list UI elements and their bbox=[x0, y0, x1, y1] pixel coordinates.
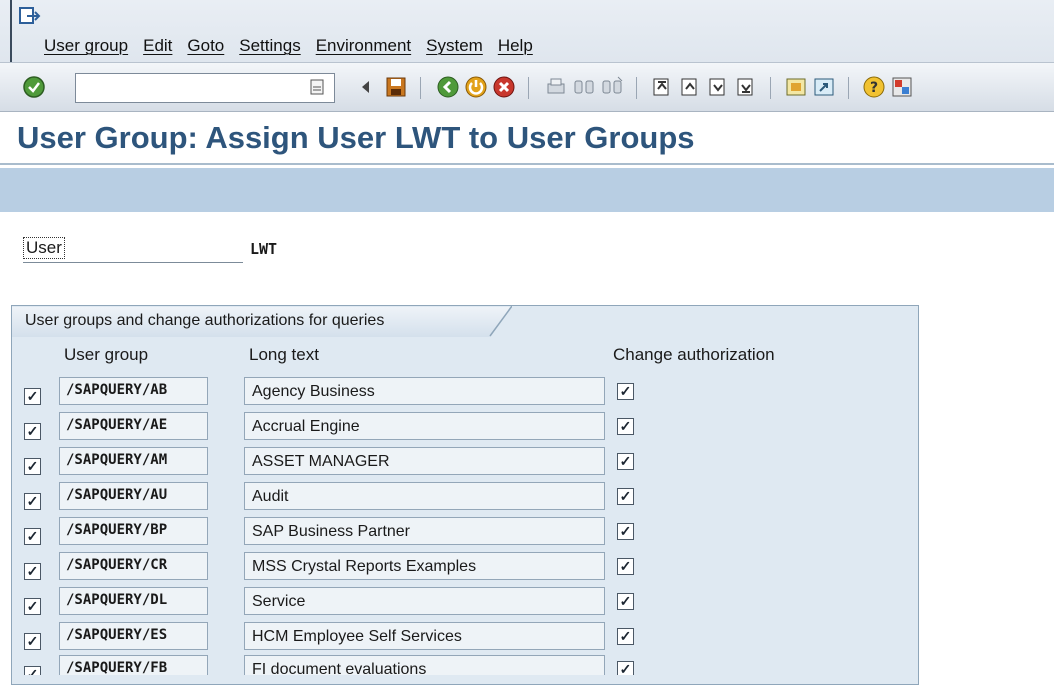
svg-text:?: ? bbox=[870, 80, 878, 96]
title-divider bbox=[0, 163, 1054, 165]
menu-help[interactable]: Help bbox=[498, 36, 533, 56]
table-row: ✓ /SAPQUERY/FB FI document evaluations ✓ bbox=[0, 655, 1054, 675]
toolbar-separator bbox=[770, 77, 771, 99]
column-header-long-text: Long text bbox=[249, 345, 319, 364]
exit-icon[interactable] bbox=[464, 75, 488, 99]
long-text-cell[interactable]: Agency Business bbox=[244, 377, 605, 405]
user-group-cell[interactable]: /SAPQUERY/FB bbox=[59, 655, 208, 675]
change-authorization-checkbox[interactable]: ✓ bbox=[617, 383, 634, 400]
table-row: ✓ /SAPQUERY/AB Agency Business ✓ bbox=[0, 377, 1054, 413]
long-text-cell[interactable]: Service bbox=[244, 587, 605, 615]
system-menu-icon[interactable] bbox=[19, 6, 41, 26]
groupbox-tab-edge bbox=[489, 305, 512, 337]
find-next-icon[interactable] bbox=[600, 75, 624, 99]
change-authorization-checkbox[interactable]: ✓ bbox=[617, 558, 634, 575]
change-authorization-checkbox[interactable]: ✓ bbox=[617, 523, 634, 540]
row-select-checkbox[interactable]: ✓ bbox=[24, 458, 41, 475]
table-row: ✓ /SAPQUERY/BP SAP Business Partner ✓ bbox=[0, 517, 1054, 553]
back-icon[interactable] bbox=[436, 75, 460, 99]
user-group-cell[interactable]: /SAPQUERY/BP bbox=[59, 517, 208, 545]
row-select-checkbox[interactable]: ✓ bbox=[24, 388, 41, 405]
groupbox-title: User groups and change authorizations fo… bbox=[25, 312, 385, 329]
cancel-icon[interactable] bbox=[492, 75, 516, 99]
row-select-checkbox[interactable]: ✓ bbox=[24, 633, 41, 650]
table-row: ✓ /SAPQUERY/DL Service ✓ bbox=[0, 587, 1054, 623]
row-select-checkbox[interactable]: ✓ bbox=[24, 423, 41, 440]
column-header-user-group: User group bbox=[64, 345, 149, 364]
user-value: LWT bbox=[250, 240, 278, 258]
user-label: User bbox=[23, 237, 65, 259]
save-icon[interactable] bbox=[384, 75, 408, 99]
user-group-cell[interactable]: /SAPQUERY/DL bbox=[59, 587, 208, 615]
change-authorization-checkbox[interactable]: ✓ bbox=[617, 418, 634, 435]
back-arrow-icon[interactable] bbox=[354, 75, 378, 99]
toolbar-separator bbox=[636, 77, 637, 99]
change-authorization-checkbox[interactable]: ✓ bbox=[617, 628, 634, 645]
menu-items: User group Edit Goto Settings Environmen… bbox=[44, 36, 548, 56]
change-authorization-checkbox[interactable]: ✓ bbox=[617, 488, 634, 505]
row-select-checkbox[interactable]: ✓ bbox=[24, 528, 41, 545]
user-group-cell[interactable]: /SAPQUERY/AU bbox=[59, 482, 208, 510]
row-select-checkbox[interactable]: ✓ bbox=[24, 598, 41, 615]
menu-system[interactable]: System bbox=[426, 36, 483, 56]
change-authorization-checkbox[interactable]: ✓ bbox=[617, 453, 634, 470]
toolbar-separator bbox=[420, 77, 421, 99]
user-group-cell[interactable]: /SAPQUERY/AM bbox=[59, 447, 208, 475]
long-text-cell[interactable]: ASSET MANAGER bbox=[244, 447, 605, 475]
window-edge bbox=[10, 0, 12, 62]
previous-page-icon[interactable] bbox=[678, 75, 702, 99]
row-select-checkbox[interactable]: ✓ bbox=[24, 563, 41, 580]
long-text-cell[interactable]: Audit bbox=[244, 482, 605, 510]
long-text-cell[interactable]: Accrual Engine bbox=[244, 412, 605, 440]
user-group-cell[interactable]: /SAPQUERY/CR bbox=[59, 552, 208, 580]
find-icon[interactable] bbox=[572, 75, 596, 99]
print-icon[interactable] bbox=[544, 75, 568, 99]
menu-settings[interactable]: Settings bbox=[239, 36, 300, 56]
command-history-icon[interactable] bbox=[308, 78, 326, 96]
long-text-cell[interactable]: FI document evaluations bbox=[244, 655, 605, 675]
table-row: ✓ /SAPQUERY/AU Audit ✓ bbox=[0, 482, 1054, 518]
enter-icon[interactable] bbox=[22, 75, 46, 99]
table-row: ✓ /SAPQUERY/AM ASSET MANAGER ✓ bbox=[0, 447, 1054, 483]
table-row: ✓ /SAPQUERY/ES HCM Employee Self Service… bbox=[0, 622, 1054, 658]
menu-environment[interactable]: Environment bbox=[316, 36, 411, 56]
row-select-checkbox[interactable]: ✓ bbox=[24, 666, 41, 675]
help-icon[interactable]: ? bbox=[862, 75, 886, 99]
toolbar-separator bbox=[528, 77, 529, 99]
change-authorization-checkbox[interactable]: ✓ bbox=[617, 593, 634, 610]
shortcut-icon[interactable] bbox=[812, 75, 836, 99]
page-title: User Group: Assign User LWT to User Grou… bbox=[17, 120, 695, 155]
command-field[interactable] bbox=[75, 73, 335, 103]
user-group-cell[interactable]: /SAPQUERY/AB bbox=[59, 377, 208, 405]
menu-bar: User group Edit Goto Settings Environmen… bbox=[0, 0, 1054, 62]
customize-layout-icon[interactable] bbox=[890, 75, 914, 99]
row-select-checkbox[interactable]: ✓ bbox=[24, 493, 41, 510]
application-toolbar bbox=[0, 168, 1054, 212]
new-session-icon[interactable] bbox=[784, 75, 808, 99]
long-text-cell[interactable]: MSS Crystal Reports Examples bbox=[244, 552, 605, 580]
menu-goto[interactable]: Goto bbox=[187, 36, 224, 56]
toolbar-separator bbox=[848, 77, 849, 99]
change-authorization-checkbox[interactable]: ✓ bbox=[617, 661, 634, 675]
menu-user-group[interactable]: User group bbox=[44, 36, 128, 56]
user-label-underline bbox=[23, 262, 243, 263]
menu-edit[interactable]: Edit bbox=[143, 36, 172, 56]
user-group-cell[interactable]: /SAPQUERY/AE bbox=[59, 412, 208, 440]
user-group-cell[interactable]: /SAPQUERY/ES bbox=[59, 622, 208, 650]
last-page-icon[interactable] bbox=[734, 75, 758, 99]
first-page-icon[interactable] bbox=[650, 75, 674, 99]
standard-toolbar: ? bbox=[0, 62, 1054, 112]
next-page-icon[interactable] bbox=[706, 75, 730, 99]
table-row: ✓ /SAPQUERY/CR MSS Crystal Reports Examp… bbox=[0, 552, 1054, 588]
long-text-cell[interactable]: SAP Business Partner bbox=[244, 517, 605, 545]
table-row: ✓ /SAPQUERY/AE Accrual Engine ✓ bbox=[0, 412, 1054, 448]
long-text-cell[interactable]: HCM Employee Self Services bbox=[244, 622, 605, 650]
column-header-change-authorization: Change authorization bbox=[613, 345, 775, 364]
